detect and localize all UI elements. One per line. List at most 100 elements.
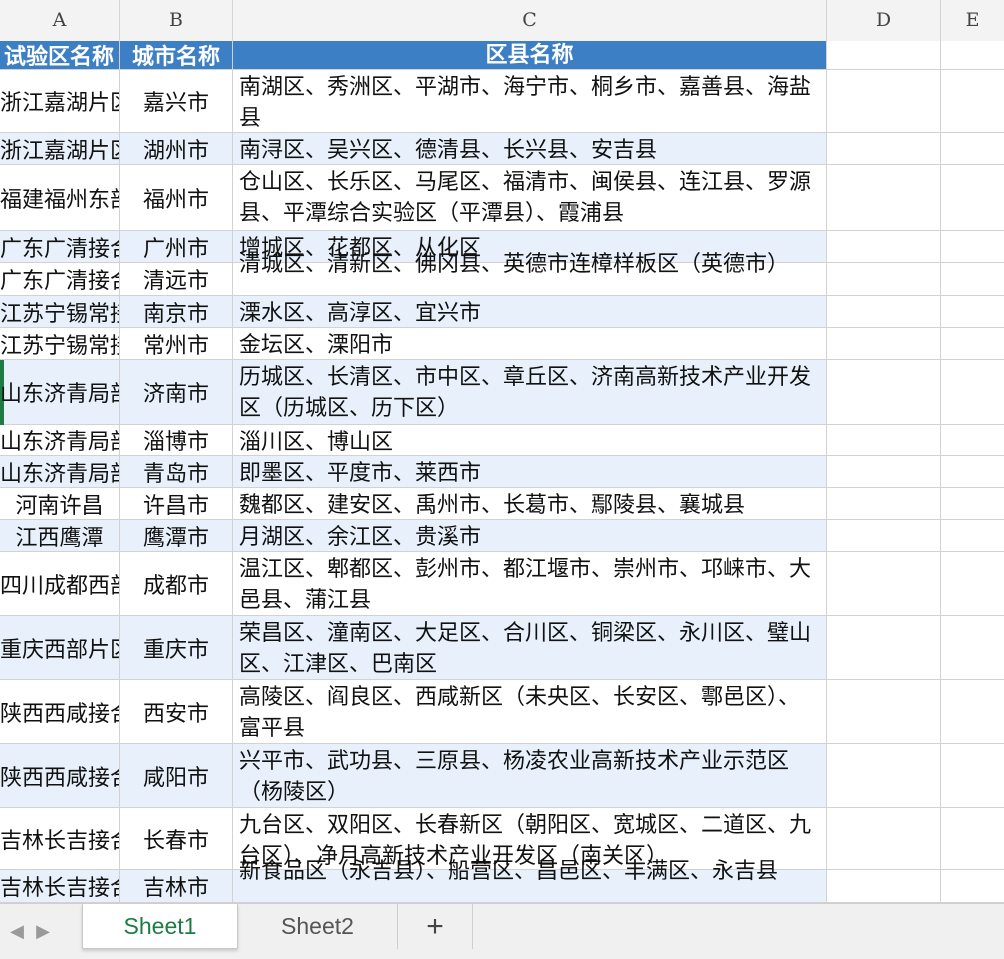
cell-e[interactable] xyxy=(941,41,1004,69)
cell-city[interactable]: 常州市 xyxy=(120,328,233,359)
cell-city[interactable]: 淄博市 xyxy=(120,425,233,455)
cell-e[interactable] xyxy=(941,328,1004,359)
cell-counties[interactable]: 月湖区、余江区、贵溪市 xyxy=(233,520,827,551)
cell-counties[interactable]: 魏都区、建安区、禹州市、长葛市、鄢陵县、襄城县 xyxy=(233,488,827,519)
cell-e[interactable] xyxy=(941,456,1004,487)
cell-counties[interactable]: 淄川区、博山区 xyxy=(233,425,827,455)
cell-counties[interactable]: 高陵区、阎良区、西咸新区（未央区、长安区、鄠邑区）、富平县 xyxy=(233,680,827,743)
cell-d[interactable] xyxy=(827,520,941,551)
cell-d[interactable] xyxy=(827,456,941,487)
cell-e[interactable] xyxy=(941,296,1004,327)
cell-city[interactable]: 嘉兴市 xyxy=(120,70,233,132)
cell-counties[interactable]: 荣昌区、潼南区、大足区、合川区、铜梁区、永川区、璧山区、江津区、巴南区 xyxy=(233,616,827,679)
header-cell-experiment-zone[interactable]: 试验区名称 xyxy=(0,41,120,69)
cell-d[interactable] xyxy=(827,231,941,262)
cell-city[interactable]: 清远市 xyxy=(120,263,233,295)
cell-e[interactable] xyxy=(941,744,1004,807)
cell-d[interactable] xyxy=(827,263,941,295)
cell-city[interactable]: 吉林市 xyxy=(120,870,233,902)
cell-zone[interactable]: 山东济青局部片区 xyxy=(0,360,120,424)
column-header-a[interactable]: A xyxy=(0,0,120,41)
cell-e[interactable] xyxy=(941,133,1004,164)
cell-zone[interactable]: 吉林长吉接合片区 xyxy=(0,808,120,869)
cell-e[interactable] xyxy=(941,488,1004,519)
cell-city[interactable]: 西安市 xyxy=(120,680,233,743)
cell-d[interactable] xyxy=(827,41,941,69)
next-sheet-icon[interactable]: ▶ xyxy=(26,904,60,959)
cell-d[interactable] xyxy=(827,360,941,424)
cell-e[interactable] xyxy=(941,231,1004,262)
cell-e[interactable] xyxy=(941,680,1004,743)
cell-d[interactable] xyxy=(827,425,941,455)
cell-d[interactable] xyxy=(827,870,941,902)
cell-e[interactable] xyxy=(941,165,1004,230)
cell-city[interactable]: 成都市 xyxy=(120,552,233,615)
header-cell-county[interactable]: 区县名称 xyxy=(233,41,827,69)
cell-counties[interactable]: 仓山区、长乐区、马尾区、福清市、闽侯县、连江县、罗源县、平潭综合实验区（平潭县）… xyxy=(233,165,827,230)
cell-d[interactable] xyxy=(827,296,941,327)
cell-d[interactable] xyxy=(827,488,941,519)
cell-d[interactable] xyxy=(827,133,941,164)
cell-counties[interactable]: 温江区、郫都区、彭州市、都江堰市、崇州市、邛崃市、大邑县、蒲江县 xyxy=(233,552,827,615)
tab-sheet1[interactable]: Sheet1 xyxy=(82,904,238,949)
cell-city[interactable]: 鹰潭市 xyxy=(120,520,233,551)
cell-e[interactable] xyxy=(941,616,1004,679)
cell-counties[interactable]: 兴平市、武功县、三原县、杨凌农业高新技术产业示范区（杨陵区） xyxy=(233,744,827,807)
cell-counties[interactable]: 历城区、长清区、市中区、章丘区、济南高新技术产业开发区（历城区、历下区） xyxy=(233,360,827,424)
column-header-d[interactable]: D xyxy=(827,0,941,41)
column-header-b[interactable]: B xyxy=(120,0,233,41)
cell-zone[interactable]: 山东济青局部片区 xyxy=(0,425,120,455)
cell-e[interactable] xyxy=(941,70,1004,132)
cell-d[interactable] xyxy=(827,328,941,359)
cell-zone[interactable]: 江西鹰潭 xyxy=(0,520,120,551)
cell-zone[interactable]: 陕西西咸接合片区 xyxy=(0,680,120,743)
cell-city[interactable]: 福州市 xyxy=(120,165,233,230)
cell-city[interactable]: 青岛市 xyxy=(120,456,233,487)
cell-city[interactable]: 济南市 xyxy=(120,360,233,424)
cell-city[interactable]: 许昌市 xyxy=(120,488,233,519)
cell-zone[interactable]: 浙江嘉湖片区 xyxy=(0,133,120,164)
cell-e[interactable] xyxy=(941,808,1004,869)
cell-zone[interactable]: 山东济青局部片区 xyxy=(0,456,120,487)
cell-e[interactable] xyxy=(941,425,1004,455)
cell-d[interactable] xyxy=(827,552,941,615)
cell-e[interactable] xyxy=(941,360,1004,424)
cell-zone[interactable]: 吉林长吉接合片区 xyxy=(0,870,120,902)
cell-counties[interactable]: 金坛区、溧阳市 xyxy=(233,328,827,359)
cell-zone[interactable]: 重庆西部片区 xyxy=(0,616,120,679)
cell-city[interactable]: 咸阳市 xyxy=(120,744,233,807)
cell-counties[interactable]: 新食品区（永吉县）、船营区、昌邑区、丰满区、永吉县 xyxy=(233,856,827,902)
cell-city[interactable]: 长春市 xyxy=(120,808,233,869)
cell-d[interactable] xyxy=(827,808,941,869)
tab-sheet2[interactable]: Sheet2 xyxy=(238,904,398,949)
cell-zone[interactable]: 陕西西咸接合片区 xyxy=(0,744,120,807)
spreadsheet-grid[interactable]: A B C D E 试验区名称 城市名称 区县名称 浙江嘉湖片区 嘉兴市 南湖区… xyxy=(0,0,1004,903)
cell-city[interactable]: 广州市 xyxy=(120,231,233,262)
cell-city[interactable]: 湖州市 xyxy=(120,133,233,164)
cell-zone[interactable]: 河南许昌 xyxy=(0,488,120,519)
cell-d[interactable] xyxy=(827,70,941,132)
cell-counties[interactable]: 溧水区、高淳区、宜兴市 xyxy=(233,296,827,327)
column-header-c[interactable]: C xyxy=(233,0,827,41)
cell-zone[interactable]: 江苏宁锡常接合片区 xyxy=(0,296,120,327)
cell-e[interactable] xyxy=(941,552,1004,615)
cell-zone[interactable]: 江苏宁锡常接合片区 xyxy=(0,328,120,359)
cell-e[interactable] xyxy=(941,870,1004,902)
cell-d[interactable] xyxy=(827,680,941,743)
column-header-e[interactable]: E xyxy=(941,0,1004,41)
cell-city[interactable]: 南京市 xyxy=(120,296,233,327)
cell-counties[interactable]: 即墨区、平度市、莱西市 xyxy=(233,456,827,487)
cell-d[interactable] xyxy=(827,744,941,807)
cell-d[interactable] xyxy=(827,165,941,230)
add-sheet-button[interactable]: + xyxy=(398,904,473,949)
cell-d[interactable] xyxy=(827,616,941,679)
cell-counties[interactable]: 南湖区、秀洲区、平湖市、海宁市、桐乡市、嘉善县、海盐县 xyxy=(233,70,827,132)
cell-zone[interactable]: 浙江嘉湖片区 xyxy=(0,70,120,132)
cell-e[interactable] xyxy=(941,263,1004,295)
cell-zone[interactable]: 广东广清接合片区 xyxy=(0,231,120,262)
cell-e[interactable] xyxy=(941,520,1004,551)
cell-city[interactable]: 重庆市 xyxy=(120,616,233,679)
cell-zone[interactable]: 福建福州东部片区 xyxy=(0,165,120,230)
cell-zone[interactable]: 广东广清接合片区 xyxy=(0,263,120,295)
header-cell-city[interactable]: 城市名称 xyxy=(120,41,233,69)
